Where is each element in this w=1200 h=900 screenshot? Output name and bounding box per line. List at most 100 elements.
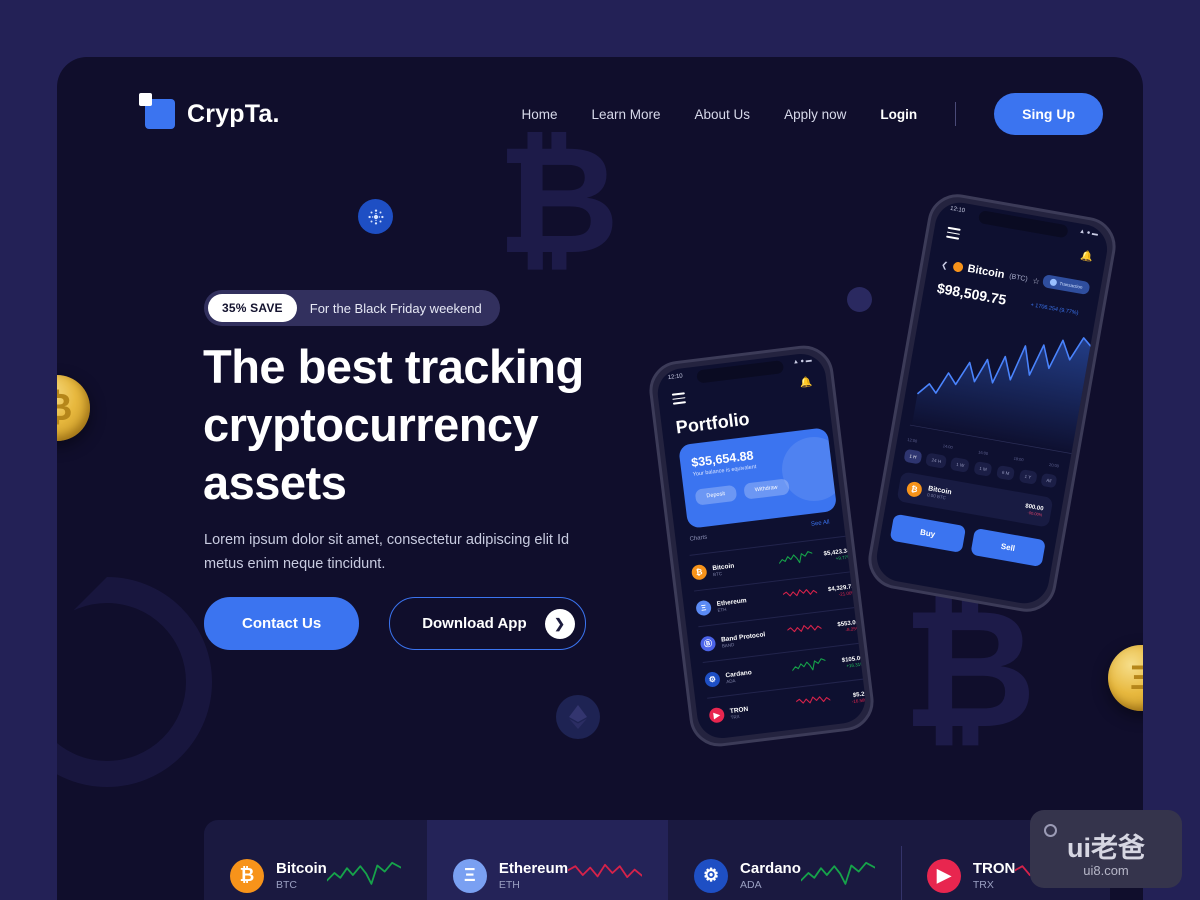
sell-button[interactable]: Sell: [969, 527, 1046, 568]
ticker-sparkline: [325, 856, 402, 895]
coin-values: $4,329.75 -21.00%: [821, 584, 856, 599]
bitcoin-coin-3d-icon: ₿: [57, 375, 90, 441]
sparkline-chart: [778, 551, 813, 565]
crypto-float-dot-icon: [847, 287, 872, 312]
top-navigation: CrypTa. Home Learn More About Us Apply n…: [139, 87, 1103, 141]
ticker-name: Bitcoin: [276, 860, 327, 877]
nav-divider: [955, 102, 957, 126]
ticker-name: Cardano: [740, 860, 801, 877]
chevron-right-icon: ❯: [544, 608, 575, 639]
coin-icon: ₿: [690, 563, 708, 581]
timeframe-tab-6m[interactable]: 6 M: [995, 465, 1016, 481]
sparkline-chart: [567, 863, 643, 879]
coin-sparkline: [782, 584, 818, 609]
detail-coin-name: Bitcoin: [966, 262, 1006, 282]
nav-item-home[interactable]: Home: [521, 107, 557, 122]
coin-values: $105.06 +16.31%: [829, 655, 865, 670]
coin-icon: ⚙: [694, 858, 729, 893]
ticker-card[interactable]: ₿BitcoinBTC$5,423.34+9.77%: [204, 820, 427, 900]
ticker-top: ⚙ Cardano ADA: [694, 856, 876, 895]
ethereum-float-icon: [556, 695, 600, 739]
page-title: The best tracking cryptocurrency assets: [203, 340, 584, 509]
status-icons: ▲ ● ▬: [1078, 228, 1099, 238]
nav-item-about-us[interactable]: About Us: [695, 107, 751, 122]
page-root: ₿ ₿ CrypTa. Home Learn More About Us App…: [0, 0, 1200, 900]
coin-icon: ▶: [926, 858, 961, 893]
sparkline-chart: [325, 861, 402, 885]
nav-item-learn-more[interactable]: Learn More: [591, 107, 660, 122]
phone-mockup-bitcoin-detail: 12:10 ▲ ● ▬ 🔔 ❮ Bitcoin (BTC) ☆ Transact…: [863, 189, 1121, 617]
nav-links: Home Learn More About Us Apply now Login…: [521, 93, 1103, 135]
timeframe-tab-24h[interactable]: 24 H: [925, 452, 948, 469]
download-app-label: Download App: [422, 615, 527, 632]
ticker-symbol: BTC: [276, 879, 297, 891]
menu-icon[interactable]: [671, 392, 686, 405]
price-line-chart: [909, 337, 1095, 455]
bell-icon[interactable]: 🔔: [799, 377, 813, 389]
x-tick: 20:00: [1048, 461, 1060, 469]
download-app-button[interactable]: Download App ❯: [389, 597, 586, 650]
see-all-link[interactable]: See All: [811, 520, 830, 528]
ticker-names: Ethereum ETH: [499, 860, 568, 891]
portfolio-title: Portfolio: [674, 408, 751, 438]
star-icon[interactable]: ☆: [1032, 276, 1041, 286]
bell-icon[interactable]: 🔔: [1080, 250, 1094, 263]
balance-actions: Deposit Withdraw: [694, 478, 790, 506]
transaction-chip[interactable]: Transaction: [1041, 274, 1091, 296]
deposit-button[interactable]: Deposit: [694, 484, 737, 506]
x-tick: 14:00: [942, 443, 954, 450]
ticker-top: Ξ Ethereum ETH: [452, 856, 643, 895]
coin-icon: Ξ: [452, 858, 487, 893]
ticker-card[interactable]: ΞEthereumETH$4,329.75-21.00%: [426, 820, 669, 900]
x-tick: 12:00: [906, 436, 918, 444]
coin-names: Bitcoin BTC: [712, 562, 735, 577]
menu-icon[interactable]: [946, 226, 961, 240]
brand-logo[interactable]: CrypTa.: [139, 93, 280, 129]
ticker-symbol: TRX: [972, 879, 994, 891]
contact-us-button[interactable]: Contact Us: [204, 597, 360, 650]
coin-values: $5,423.34 +9.77%: [816, 548, 851, 563]
ticker-sparkline: [567, 856, 643, 895]
bitcoin-watermark-icon: ₿: [902, 577, 1037, 761]
coin-values: $553.06 -8.25%: [825, 620, 860, 635]
site-watermark: ui老爸 ui8.com: [1030, 810, 1182, 888]
sign-up-button[interactable]: Sing Up: [994, 93, 1103, 135]
ticker-names: TRON TRX: [973, 860, 1016, 891]
coin-icon: ₿: [230, 858, 264, 893]
withdraw-button[interactable]: Withdraw: [742, 478, 790, 500]
timeframe-tab-1w[interactable]: 1 W: [950, 456, 971, 473]
charts-label: Charts: [689, 534, 708, 543]
brand-name: CrypTa.: [187, 99, 280, 128]
balance-card: $35,654.88 Your balance is equivalent De…: [678, 427, 838, 529]
ticker-card[interactable]: ⚙CardanoADA$1050.06+16.31%: [668, 820, 901, 900]
ticker-name: Ethereum: [498, 860, 569, 877]
timeframe-tab-all[interactable]: All: [1040, 472, 1058, 489]
chevron-left-icon[interactable]: ❮: [941, 260, 949, 270]
timeframe-tab-1m[interactable]: 1 M: [973, 461, 993, 477]
nav-item-apply-now[interactable]: Apply now: [784, 107, 846, 122]
coin-names: Cardano ADA: [725, 669, 753, 684]
cardano-float-icon: [358, 199, 393, 234]
bitcoin-watermark-icon: ₿: [497, 116, 620, 284]
bitcoin-icon: [952, 261, 964, 273]
sparkline-chart: [786, 624, 823, 633]
promo-badge: 35% SAVE For the Black Friday weekend: [204, 290, 500, 326]
ticker-names: Bitcoin BTC: [276, 860, 327, 891]
ticker-card-row: ₿BitcoinBTC$5,423.34+9.77%ΞEthereumETH$4…: [204, 820, 1110, 900]
asset-names: Bitcoin 0.00 BTC: [927, 485, 952, 501]
transaction-chip-label: Transaction: [1059, 280, 1083, 290]
ticker-names: Cardano ADA: [740, 860, 801, 891]
buy-button[interactable]: Buy: [889, 513, 966, 553]
coin-icon: Ⓑ: [699, 635, 717, 653]
sparkline-chart: [799, 861, 876, 885]
timeframe-tab-1y[interactable]: 1 Y: [1018, 469, 1038, 485]
sparkline-chart: [782, 589, 818, 597]
coin-values: $5.29 -16.58%: [834, 691, 868, 706]
decorative-arc: [57, 577, 212, 787]
nav-item-login[interactable]: Login: [880, 107, 917, 122]
coin-sparkline: [791, 655, 827, 680]
status-icons: ▲ ● ▬: [792, 357, 813, 366]
timeframe-tab-1h[interactable]: 1 H: [903, 448, 923, 465]
ethereum-coin-3d-icon: Ξ: [1108, 645, 1143, 711]
promo-badge-text: For the Black Friday weekend: [309, 300, 482, 316]
